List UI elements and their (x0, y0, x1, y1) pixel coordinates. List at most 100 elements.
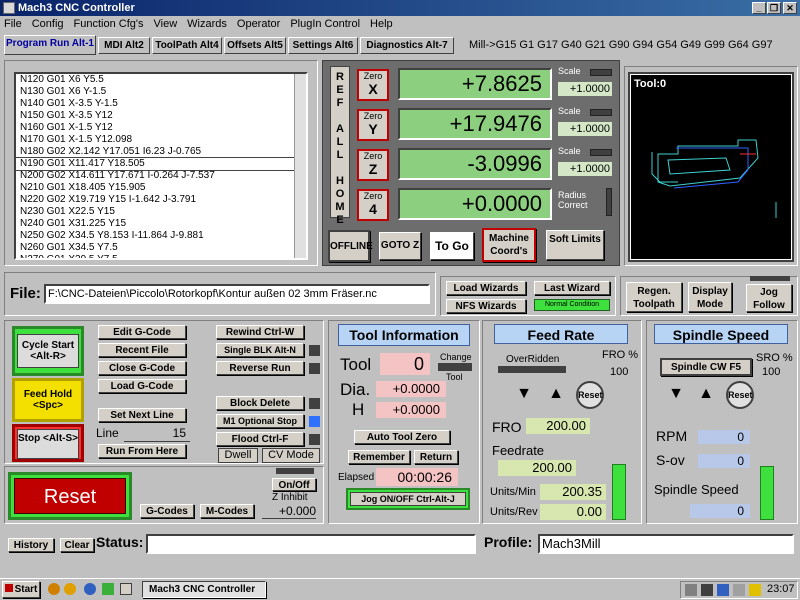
sro-reset-button[interactable]: Reset (726, 381, 754, 409)
gcode-line[interactable]: N210 G01 X18.405 Y15.905 (16, 182, 306, 194)
menu-file[interactable]: File (4, 18, 22, 30)
quicklaunch-opera-icon[interactable] (48, 583, 60, 595)
zero-x-button[interactable]: Zero X (357, 69, 389, 101)
radius-correct[interactable]: Radius Correct (556, 186, 614, 222)
minimize-button[interactable]: _ (752, 2, 766, 14)
offline-button[interactable]: OFFLINE (328, 230, 373, 262)
quicklaunch-mach3-icon[interactable] (120, 583, 132, 595)
reset-button[interactable]: Reset (8, 472, 132, 520)
gcode-list[interactable]: N120 G01 X6 Y5.5 N130 G01 X6 Y-1.5 N140 G0… (14, 72, 308, 260)
scale-x-value[interactable]: +1.0000 (558, 82, 612, 96)
dro-z[interactable]: -3.0996 (398, 148, 552, 180)
tab-toolpath[interactable]: ToolPath Alt4 (152, 37, 222, 54)
gcode-line[interactable]: N180 G02 X2.142 Y17.051 I6.23 J-0.765 (16, 146, 306, 158)
gcode-line[interactable]: N170 G01 X-1.5 Y12.098 (16, 134, 306, 146)
fro-down-arrow-icon[interactable]: ▼ (514, 384, 534, 404)
gcode-scrollbar[interactable] (294, 74, 306, 258)
dro-4[interactable]: +0.0000 (398, 188, 552, 220)
clear-button[interactable]: Clear (60, 538, 94, 552)
tab-diagnostics[interactable]: Diagnostics Alt-7 (360, 37, 454, 54)
remember-button[interactable]: Remember (348, 450, 410, 464)
set-next-line-button[interactable]: Set Next Line (98, 408, 186, 422)
spindle-speed-field[interactable]: 0 (690, 504, 750, 518)
tray-bluetooth-icon[interactable] (717, 584, 729, 596)
tray-security-icon[interactable] (749, 584, 761, 596)
load-wizards-button[interactable]: Load Wizards (446, 281, 526, 295)
menu-plugin-control[interactable]: PlugIn Control (290, 18, 360, 30)
tray-printer-icon[interactable] (685, 584, 697, 596)
fro-up-arrow-icon[interactable]: ▲ (546, 384, 566, 404)
scale-y-value[interactable]: +1.0000 (558, 122, 612, 136)
cycle-start-button[interactable]: Cycle Start <Alt-R> (12, 326, 84, 376)
quicklaunch-ie-icon[interactable] (84, 583, 96, 595)
zero-y-button[interactable]: Zero Y (357, 109, 389, 141)
gcode-line[interactable]: N250 G02 X34.5 Y8.153 I-11.864 J-9.881 (16, 230, 306, 242)
menu-wizards[interactable]: Wizards (187, 18, 227, 30)
to-go-button[interactable]: To Go (430, 232, 474, 260)
tab-offsets[interactable]: Offsets Alt5 (224, 37, 286, 54)
z-inhibit-value[interactable]: +0.000 (262, 504, 316, 519)
return-button[interactable]: Return (414, 450, 458, 464)
fro-reset-button[interactable]: Reset (576, 381, 604, 409)
nfs-wizards-button[interactable]: NFS Wizards (446, 299, 526, 313)
menu-view[interactable]: View (154, 18, 178, 30)
feed-hold-button[interactable]: Feed Hold <Spc> (12, 378, 84, 422)
spindle-cw-button[interactable]: Spindle CW F5 (660, 358, 752, 376)
tab-program-run[interactable]: Program Run Alt-1 (4, 35, 96, 55)
gcode-line[interactable]: N130 G01 X6 Y-1.5 (16, 86, 306, 98)
tool-h-field[interactable]: +0.0000 (376, 402, 446, 418)
jog-onoff-button[interactable]: Jog ON/OFF Ctrl-Alt-J (346, 488, 470, 510)
load-gcode-button[interactable]: Load G-Code (98, 379, 186, 393)
gcode-line[interactable]: N150 G01 X-3.5 Y12 (16, 110, 306, 122)
close-button[interactable]: ✕ (783, 2, 797, 14)
gcode-line[interactable]: N240 G01 X31.225 Y15 (16, 218, 306, 230)
tray-speaker-icon[interactable] (733, 584, 745, 596)
run-from-here-button[interactable]: Run From Here (98, 444, 186, 458)
block-delete-button[interactable]: Block Delete (216, 396, 304, 410)
edit-gcode-button[interactable]: Edit G-Code (98, 325, 186, 339)
gcode-line[interactable]: N200 G02 X14.611 Y17.671 I-0.264 J-7.537 (16, 170, 306, 182)
dro-y[interactable]: +17.9476 (398, 108, 552, 140)
auto-tool-zero-button[interactable]: Auto Tool Zero (354, 430, 450, 444)
last-wizard-button[interactable]: Last Wizard (534, 281, 610, 295)
toolpath-view[interactable]: Tool:0 (628, 72, 794, 262)
gcode-line[interactable]: N270 G01 X39.5 Y7.5 (16, 254, 306, 258)
gcode-line[interactable]: N160 G01 X-1.5 Y12 (16, 122, 306, 134)
m1-optional-stop-button[interactable]: M1 Optional Stop (216, 414, 304, 428)
quicklaunch-firefox-icon[interactable] (64, 583, 76, 595)
gcode-line[interactable]: N120 G01 X6 Y5.5 (16, 74, 306, 86)
restore-button[interactable]: ❐ (767, 2, 781, 14)
tab-settings[interactable]: Settings Alt6 (288, 37, 358, 54)
gcode-line[interactable]: N230 G01 X22.5 Y15 (16, 206, 306, 218)
tab-mdi[interactable]: MDI Alt2 (98, 37, 150, 54)
ref-all-home-button[interactable]: REFALLHOME (330, 66, 350, 226)
gcodes-button[interactable]: G-Codes (140, 504, 194, 518)
mcodes-button[interactable]: M-Codes (200, 504, 254, 518)
feedrate-field[interactable]: 200.00 (498, 460, 576, 476)
line-input[interactable]: 15 (124, 426, 190, 442)
regen-toolpath-button[interactable]: Regen. Toolpath (626, 282, 682, 312)
quicklaunch-desktop-icon[interactable] (102, 583, 114, 595)
flood-button[interactable]: Flood Ctrl-F (216, 432, 304, 446)
menu-help[interactable]: Help (370, 18, 393, 30)
stop-button[interactable]: Stop <Alt-S> (12, 424, 84, 462)
tray-network-icon[interactable] (701, 584, 713, 596)
tool-dia-field[interactable]: +0.0000 (376, 381, 446, 397)
close-gcode-button[interactable]: Close G-Code (98, 361, 186, 375)
sro-up-arrow-icon[interactable]: ▲ (696, 384, 716, 404)
display-mode-button[interactable]: Display Mode (688, 282, 732, 312)
gcode-line[interactable]: N220 G02 X19.719 Y15 I-1.642 J-3.791 (16, 194, 306, 206)
taskbar-mach3-task[interactable]: Mach3 CNC Controller (142, 581, 266, 598)
rewind-button[interactable]: Rewind Ctrl-W (216, 325, 304, 339)
jog-follow-button[interactable]: Jog Follow (746, 284, 792, 312)
gcode-line[interactable]: N260 G01 X34.5 Y7.5 (16, 242, 306, 254)
menu-config[interactable]: Config (32, 18, 64, 30)
history-button[interactable]: History (8, 538, 54, 552)
sro-down-arrow-icon[interactable]: ▼ (666, 384, 686, 404)
reverse-run-button[interactable]: Reverse Run (216, 361, 304, 375)
zero-4-button[interactable]: Zero 4 (357, 189, 389, 221)
menu-function-cfgs[interactable]: Function Cfg's (74, 18, 144, 30)
zero-z-button[interactable]: Zero Z (357, 149, 389, 181)
dro-x[interactable]: +7.8625 (398, 68, 552, 100)
fro-field[interactable]: 200.00 (526, 418, 590, 434)
